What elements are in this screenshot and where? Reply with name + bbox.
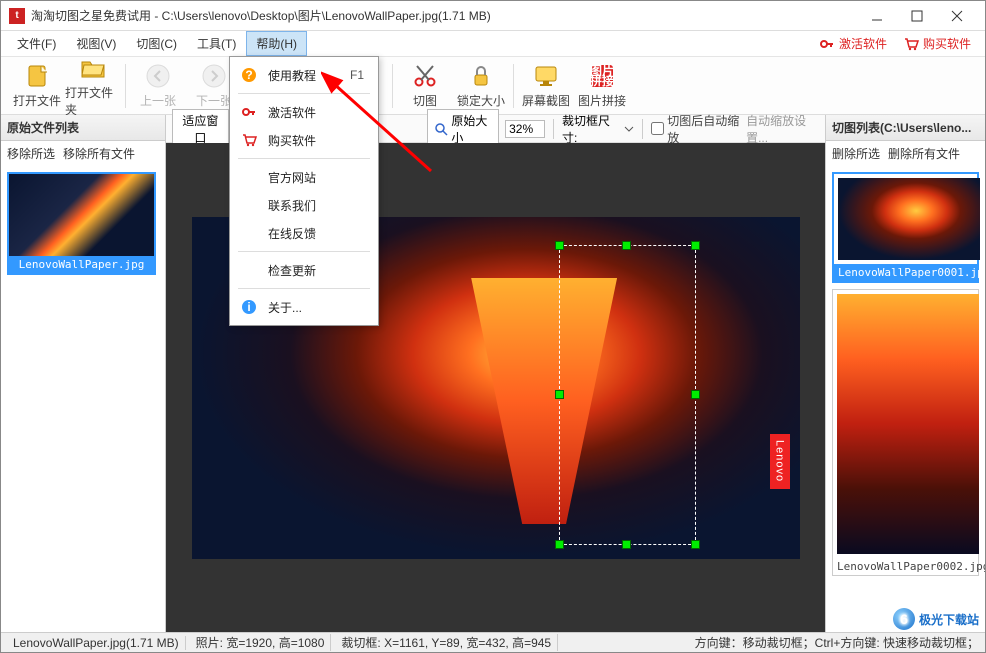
svg-text:i: i [247,300,250,314]
maximize-button[interactable] [897,2,937,30]
menu-crop[interactable]: 切图(C) [126,31,187,56]
crop-handle-n[interactable] [622,241,631,250]
crop-handle-se[interactable] [691,540,700,549]
status-file-info: LenovoWallPaper.jpg(1.71 MB) [7,636,186,650]
crop-size-dropdown-icon[interactable] [624,124,634,134]
status-bar: LenovoWallPaper.jpg(1.71 MB) 照片: 宽=1920,… [1,632,985,652]
zoom-input[interactable] [505,120,545,138]
menu-tools[interactable]: 工具(T) [187,31,246,56]
output-thumbnail[interactable]: LenovoWallPaper0002.jpg [832,289,979,576]
cart-icon [240,131,258,149]
thumbnail-image [838,178,980,260]
help-check-update-item[interactable]: 检查更新 [230,256,378,284]
output-panel-title: 切图列表(C:\Users\leno... [826,115,985,141]
crop-size-label: 裁切框尺寸: [562,112,618,146]
svg-text:?: ? [245,68,252,82]
watermark: 6 极光下载站 [893,608,979,630]
arrow-right-icon [200,62,228,90]
folder-icon [79,54,107,82]
open-file-button[interactable]: 打开文件 [9,60,65,112]
help-tutorial-item[interactable]: ? 使用教程 F1 [230,61,378,89]
minimize-button[interactable] [857,2,897,30]
prev-image-button: 上一张 [130,60,186,112]
main-area: 原始文件列表 移除所选 移除所有文件 LenovoWallPaper.jpg 适… [1,115,985,632]
crop-handle-e[interactable] [691,390,700,399]
output-thumb-list: LenovoWallPaper0001.jpg LenovoWallPaper0… [826,166,985,632]
image-join-icon: 图片拼接 [588,62,616,90]
buy-link[interactable]: 购买软件 [895,35,979,52]
key-icon [240,103,258,121]
crop-button[interactable]: 切图 [397,60,453,112]
thumbnail-image [837,294,979,554]
watermark-text: 极光下载站 [919,611,979,628]
magnifier-icon [434,122,448,136]
cart-icon [903,36,919,52]
help-about-item[interactable]: i 关于... [230,293,378,321]
app-icon: t [9,8,25,24]
status-crop-info: 裁切框: X=1161, Y=89, 宽=432, 高=945 [335,634,558,651]
auto-shrink-checkbox[interactable]: 切图后自动缩放 [651,112,740,146]
key-icon [819,36,835,52]
activate-link[interactable]: 激活软件 [811,35,895,52]
remove-all-button[interactable]: 移除所有文件 [63,145,135,162]
crop-handle-s[interactable] [622,540,631,549]
menu-bar: 文件(F) 视图(V) 切图(C) 工具(T) 帮助(H) 激活软件 购买软件 [1,31,985,57]
status-photo-dims: 照片: 宽=1920, 高=1080 [190,634,332,651]
title-bar: t 淘淘切图之星免费试用 - C:\Users\lenovo\Desktop\图… [1,1,985,31]
source-thumbnail[interactable]: LenovoWallPaper.jpg [7,172,156,275]
thumbnail-label: LenovoWallPaper0002.jpg [833,558,978,575]
arrow-left-icon [144,62,172,90]
svg-text:拼接: 拼接 [590,73,614,88]
crop-handle-sw[interactable] [555,540,564,549]
thumbnail-label: LenovoWallPaper0001.jpg [834,264,977,281]
lock-icon [467,62,495,90]
help-activate-item[interactable]: 激活软件 [230,98,378,126]
help-buy-item[interactable]: 购买软件 [230,126,378,154]
help-icon: ? [240,66,258,84]
watermark-icon: 6 [893,608,915,630]
source-thumb-list: LenovoWallPaper.jpg [1,166,165,632]
scissors-icon [411,62,439,90]
auto-shrink-settings[interactable]: 自动缩放设置... [746,112,819,146]
menu-file[interactable]: 文件(F) [7,31,66,56]
source-file-panel: 原始文件列表 移除所选 移除所有文件 LenovoWallPaper.jpg [1,115,166,632]
delete-all-button[interactable]: 删除所有文件 [888,145,960,162]
file-icon [23,62,51,90]
image-join-button[interactable]: 图片拼接 图片拼接 [574,60,630,112]
window-title: 淘淘切图之星免费试用 - C:\Users\lenovo\Desktop\图片\… [31,7,857,24]
close-button[interactable] [937,2,977,30]
main-toolbar: 打开文件 打开文件夹 上一张 下一张 切图 锁定大小 屏幕截图 图片拼接 图片拼… [1,57,985,115]
help-official-site-item[interactable]: 官方网站 [230,163,378,191]
info-icon: i [240,298,258,316]
thumbnail-label: LenovoWallPaper.jpg [9,256,154,273]
lenovo-badge: Lenovo [770,434,790,488]
remove-selected-button[interactable]: 移除所选 [7,145,55,162]
menu-help[interactable]: 帮助(H) [246,31,307,56]
lock-size-button[interactable]: 锁定大小 [453,60,509,112]
status-hint: 方向键：移动裁切框；Ctrl+方向键: 快速移动裁切框； [695,634,979,651]
delete-selected-button[interactable]: 删除所选 [832,145,880,162]
output-thumbnail[interactable]: LenovoWallPaper0001.jpg [832,172,979,283]
crop-rectangle[interactable] [559,245,696,545]
source-panel-title: 原始文件列表 [1,115,165,141]
help-dropdown: ? 使用教程 F1 激活软件 购买软件 官方网站 联系我们 在线反馈 检查更新 … [229,56,379,326]
crop-handle-ne[interactable] [691,241,700,250]
monitor-icon [532,62,560,90]
screenshot-button[interactable]: 屏幕截图 [518,60,574,112]
open-folder-button[interactable]: 打开文件夹 [65,60,121,112]
menu-view[interactable]: 视图(V) [66,31,126,56]
help-contact-item[interactable]: 联系我们 [230,191,378,219]
help-feedback-item[interactable]: 在线反馈 [230,219,378,247]
output-file-panel: 切图列表(C:\Users\leno... 删除所选 删除所有文件 Lenovo… [825,115,985,632]
crop-handle-nw[interactable] [555,241,564,250]
crop-handle-w[interactable] [555,390,564,399]
thumbnail-image [9,174,154,256]
